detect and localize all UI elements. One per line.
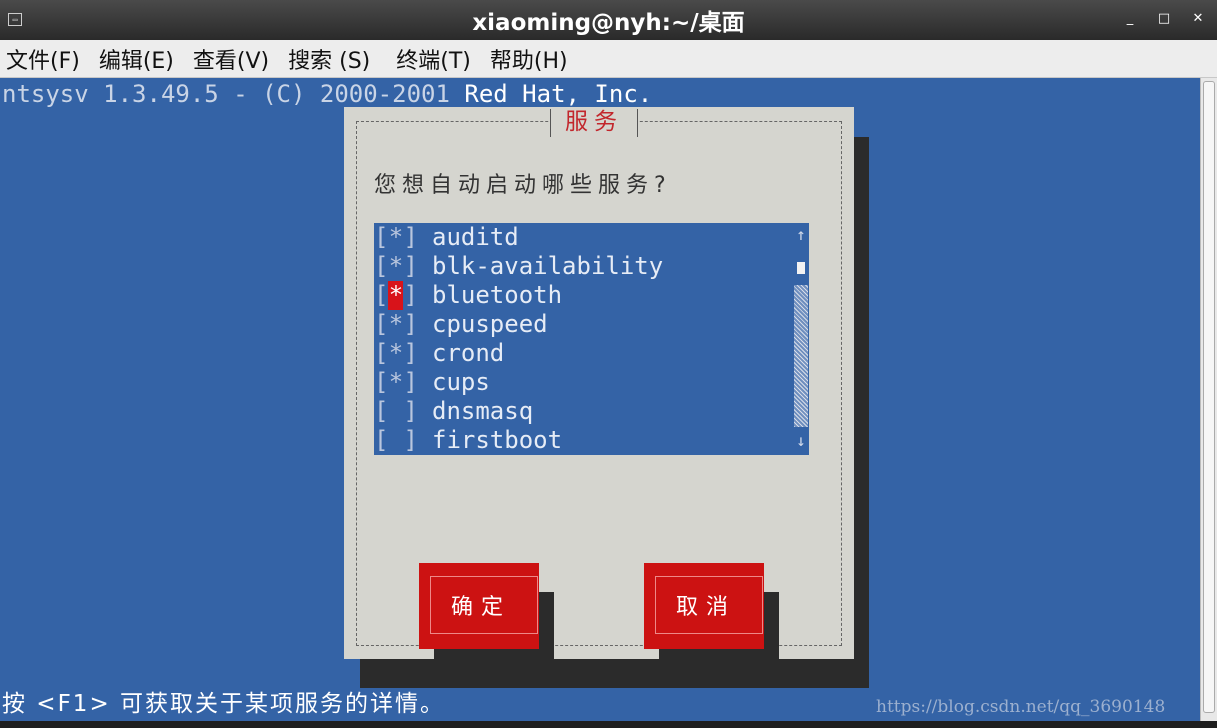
service-mark: [388, 397, 403, 426]
cancel-button-label: 取消: [676, 595, 737, 620]
ntsysv-version: ntsysv 1.3.49.5 - (C) 2000-2001: [2, 80, 465, 108]
service-checkbox[interactable]: [*]: [374, 281, 418, 310]
terminal-app-icon: ▭: [8, 13, 22, 26]
terminal-scroll-thumb[interactable]: [1203, 81, 1215, 713]
service-checkbox[interactable]: [*]: [374, 310, 418, 339]
scroll-thumb[interactable]: [797, 262, 805, 274]
cancel-button[interactable]: 取消: [644, 563, 764, 649]
service-mark: *: [388, 223, 404, 251]
services-dialog: 服务 您想自动启动哪些服务? [*] auditd [*] blk-availabi…: [344, 107, 854, 678]
menu-search[interactable]: 搜索 (S): [288, 43, 370, 75]
service-mark: *: [388, 368, 404, 396]
list-scrollbar[interactable]: ↑ ↓: [793, 223, 809, 455]
service-item-firstboot[interactable]: [ ] firstboot: [374, 426, 562, 455]
window-titlebar[interactable]: ▭ xiaoming@nyh:~/桌面 _ □ ✕: [0, 0, 1217, 40]
service-mark-focused: *: [388, 281, 404, 310]
service-name: cups: [432, 368, 490, 396]
service-name: blk-availability: [432, 252, 664, 280]
close-icon[interactable]: ✕: [1191, 10, 1205, 28]
terminal-area[interactable]: ntsysv 1.3.49.5 - (C) 2000-2001 Red Hat,…: [0, 78, 1200, 721]
scroll-up-icon[interactable]: ↑: [793, 225, 809, 244]
ok-button-label: 确定: [451, 595, 512, 620]
scroll-down-icon[interactable]: ↓: [793, 431, 809, 450]
service-name: cpuspeed: [432, 310, 548, 338]
service-name: bluetooth: [432, 281, 563, 309]
terminal-scrollbar[interactable]: [1200, 78, 1217, 721]
help-hint: 按 <F1> 可获取关于某项服务的详情。: [2, 691, 446, 717]
service-name: firstboot: [432, 426, 563, 454]
menu-view[interactable]: 查看(V): [193, 43, 269, 75]
service-item-blk-availability[interactable]: [*] blk-availability: [374, 252, 663, 281]
service-item-auditd[interactable]: [*] auditd: [374, 223, 519, 252]
menu-edit[interactable]: 编辑(E): [99, 43, 174, 75]
dialog-title: 服务: [550, 109, 638, 137]
service-item-bluetooth[interactable]: [*] bluetooth: [374, 281, 562, 310]
service-mark: *: [388, 310, 404, 338]
service-mark: *: [388, 252, 404, 280]
service-item-cups[interactable]: [*] cups: [374, 368, 490, 397]
dialog-question: 您想自动启动哪些服务?: [374, 173, 672, 198]
service-checkbox[interactable]: [*]: [374, 339, 418, 368]
window-title: xiaoming@nyh:~/桌面: [472, 10, 745, 36]
ntsysv-company: Red Hat, Inc.: [464, 80, 653, 108]
menu-bar: 文件(F) 编辑(E) 查看(V) 搜索 (S) 终端(T) 帮助(H): [0, 40, 1217, 78]
service-mark: *: [388, 339, 404, 367]
service-checkbox[interactable]: [*]: [374, 223, 418, 252]
menu-terminal[interactable]: 终端(T): [396, 43, 471, 75]
service-item-dnsmasq[interactable]: [ ] dnsmasq: [374, 397, 533, 426]
service-checkbox[interactable]: [*]: [374, 368, 418, 397]
watermark: https://blog.csdn.net/qq_3690148: [876, 697, 1166, 717]
maximize-icon[interactable]: □: [1157, 10, 1171, 28]
service-item-crond[interactable]: [*] crond: [374, 339, 504, 368]
minimize-icon[interactable]: _: [1123, 10, 1137, 28]
service-checkbox[interactable]: [*]: [374, 252, 418, 281]
ok-button[interactable]: 确定: [419, 563, 539, 649]
service-name: dnsmasq: [432, 397, 534, 425]
menu-help[interactable]: 帮助(H): [490, 43, 568, 75]
ntsysv-header: ntsysv 1.3.49.5 - (C) 2000-2001 Red Hat,…: [2, 80, 652, 108]
service-name: crond: [432, 339, 505, 367]
scroll-track[interactable]: [794, 285, 808, 427]
menu-file[interactable]: 文件(F): [6, 43, 80, 75]
service-item-cpuspeed[interactable]: [*] cpuspeed: [374, 310, 548, 339]
service-mark: [388, 426, 403, 455]
service-checkbox[interactable]: [ ]: [374, 426, 418, 455]
service-name: auditd: [432, 223, 519, 251]
services-list[interactable]: [*] auditd [*] blk-availability [*] bluetoo…: [374, 223, 809, 455]
window-bottom-edge: [0, 721, 1217, 728]
service-checkbox[interactable]: [ ]: [374, 397, 418, 426]
